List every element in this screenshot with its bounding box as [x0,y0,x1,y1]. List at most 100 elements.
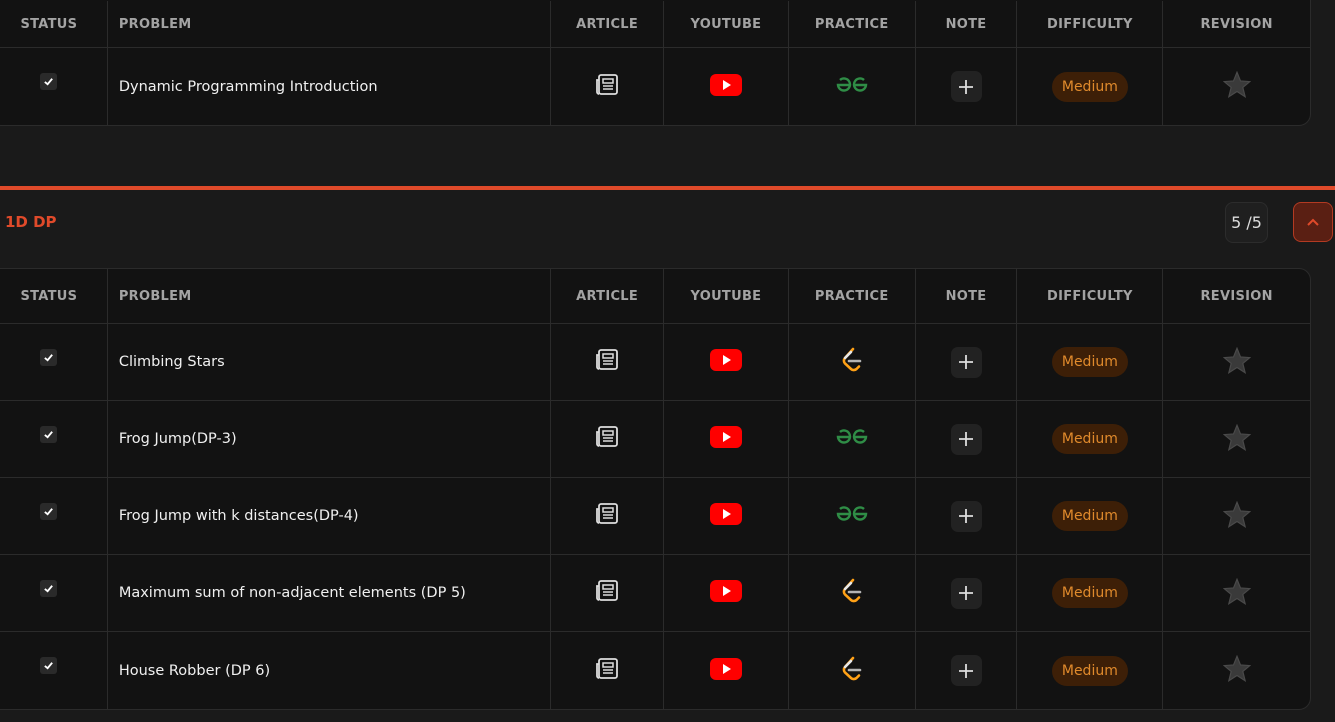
youtube-icon[interactable] [709,426,742,452]
section-title: 1D DP [5,213,57,231]
revision-cell [1163,632,1310,709]
practice-cell [789,324,916,400]
youtube-cell [664,555,789,631]
checkmark-icon [44,584,54,593]
chevron-up-icon [1307,218,1319,226]
article-icon[interactable] [595,657,619,684]
header-note: NOTE [916,1,1018,47]
add-note-button[interactable] [950,655,982,686]
youtube-icon[interactable] [709,580,742,606]
star-icon[interactable] [1222,70,1251,102]
status-checkbox[interactable] [40,579,58,597]
problem-title[interactable]: Dynamic Programming Introduction [119,79,378,95]
status-cell [0,478,108,554]
article-icon[interactable] [595,503,619,529]
add-note-button[interactable] [950,423,982,455]
section-header[interactable]: 1D DP 5 /5 [0,190,1335,268]
gfg-icon[interactable] [835,76,869,97]
plus-icon [959,663,974,678]
article-icon[interactable] [595,349,619,375]
gfg-icon[interactable] [835,506,869,526]
difficulty-cell: Medium [1017,324,1164,400]
article-cell [551,632,664,709]
leetcode-icon[interactable] [840,656,864,686]
problem-cell: Frog Jump with k distances(DP-4) [108,478,552,554]
star-icon[interactable] [1222,346,1251,378]
gfg-icon[interactable] [835,429,869,449]
plus-icon [959,79,974,94]
progress-count: 5 /5 [1225,202,1268,243]
problem-title[interactable]: Maximum sum of non-adjacent elements (DP… [119,585,466,601]
problems-table-1d-dp: STATUS PROBLEM ARTICLE YOUTUBE PRACTICE … [0,268,1311,710]
problem-cell: Climbing Stars [108,324,552,400]
article-cell [551,324,664,400]
note-cell [916,401,1018,477]
revision-cell [1163,555,1310,631]
status-checkbox[interactable] [40,348,58,366]
plus-icon [959,586,974,600]
problem-title[interactable]: Climbing Stars [119,354,225,370]
checkmark-icon [44,507,54,516]
status-cell [0,555,108,631]
leetcode-icon[interactable] [840,578,864,608]
article-icon[interactable] [595,73,619,100]
add-note-button[interactable] [950,577,982,609]
note-cell [916,478,1018,554]
difficulty-cell: Medium [1017,478,1164,554]
youtube-icon[interactable] [709,73,742,100]
article-cell [551,555,664,631]
difficulty-badge: Medium [1051,578,1128,608]
checkmark-icon [44,353,54,362]
collapse-toggle-button[interactable] [1293,202,1333,242]
status-checkbox[interactable] [40,73,58,90]
difficulty-cell: Medium [1017,401,1164,477]
header-status: STATUS [0,1,108,47]
difficulty-badge: Medium [1051,71,1128,102]
problems-table-top: STATUS PROBLEM ARTICLE YOUTUBE PRACTICE … [0,0,1311,126]
add-note-button[interactable] [950,500,982,532]
status-checkbox[interactable] [40,502,58,520]
add-note-button[interactable] [950,346,982,378]
status-checkbox[interactable] [40,657,58,674]
problem-title[interactable]: House Robber (DP 6) [119,663,270,679]
star-icon[interactable] [1222,577,1251,609]
status-checkbox[interactable] [40,425,58,443]
status-cell [0,324,108,400]
header-status: STATUS [0,269,108,323]
youtube-cell [664,632,789,709]
problem-title[interactable]: Frog Jump with k distances(DP-4) [119,508,359,524]
difficulty-cell: Medium [1017,632,1164,709]
star-icon[interactable] [1222,654,1251,686]
problem-cell: Dynamic Programming Introduction [108,48,552,125]
header-revision: REVISION [1200,288,1273,304]
header-problem: PROBLEM [108,1,552,47]
article-cell [551,478,664,554]
article-icon[interactable] [595,580,619,606]
youtube-icon[interactable] [709,349,742,375]
header-revision: REVISION [1200,16,1273,32]
header-practice: PRACTICE [789,269,916,323]
problem-title[interactable]: Frog Jump(DP-3) [119,431,237,447]
practice-cell [789,478,916,554]
table-header: STATUS PROBLEM ARTICLE YOUTUBE PRACTICE … [0,0,1310,48]
star-icon[interactable] [1222,423,1251,455]
youtube-cell [664,478,789,554]
add-note-button[interactable] [950,71,982,102]
note-cell [916,632,1018,709]
leetcode-icon[interactable] [840,347,864,377]
problem-cell: House Robber (DP 6) [108,632,552,709]
revision-cell [1163,48,1310,125]
youtube-cell [664,324,789,400]
header-problem: PROBLEM [108,269,552,323]
youtube-icon[interactable] [709,657,742,684]
checkmark-icon [44,662,54,670]
star-icon[interactable] [1222,500,1251,532]
checkmark-icon [44,430,54,439]
note-cell [916,555,1018,631]
difficulty-badge: Medium [1051,655,1128,686]
youtube-icon[interactable] [709,503,742,529]
difficulty-badge: Medium [1051,501,1128,531]
article-icon[interactable] [595,426,619,452]
table-row: House Robber (DP 6) Medium [0,632,1310,709]
practice-cell [789,555,916,631]
